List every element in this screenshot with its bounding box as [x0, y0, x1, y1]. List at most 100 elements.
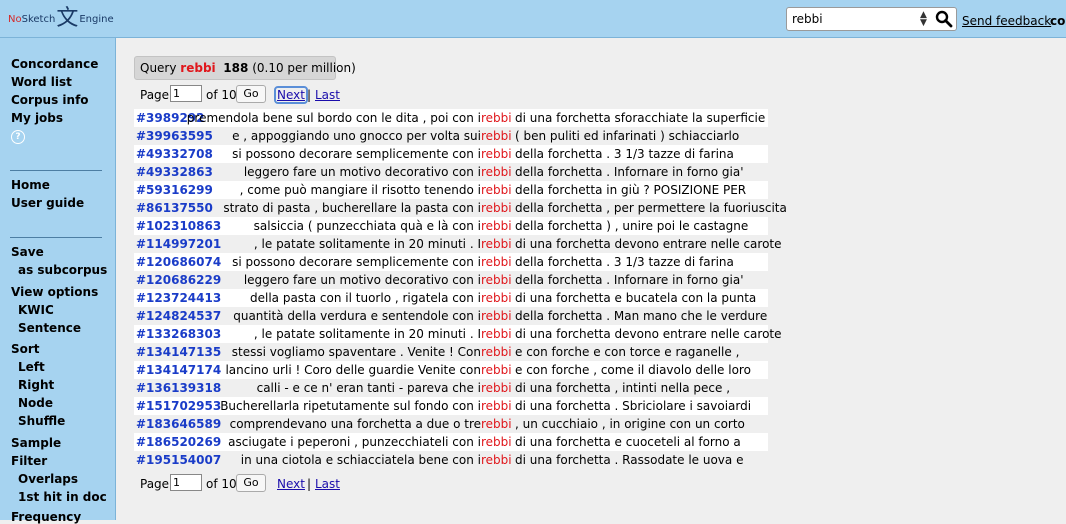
sidebar-item-corpus-info[interactable]: Corpus info [11, 93, 89, 107]
keyword-in-context[interactable]: rebbi [481, 163, 512, 181]
left-context: asciugate i peperoni , punzecchiateli co… [228, 435, 481, 449]
doc-reference-link[interactable]: #151702953 [136, 397, 221, 415]
left-context: salsiccia ( punzecchiata quà e là con i [253, 219, 481, 233]
sidebar-item-first-hit-in-doc[interactable]: 1st hit in doc [18, 490, 107, 504]
logo-engine-text: Engine [79, 13, 114, 25]
sidebar-item-concordance[interactable]: Concordance [11, 57, 98, 71]
send-feedback-link[interactable]: Send feedback [962, 14, 1051, 28]
nosketch-engine-logo[interactable]: No Sketch 文 Engine [8, 7, 114, 31]
keyword-in-context[interactable]: rebbi [481, 271, 512, 289]
sidebar-item-as-subcorpus[interactable]: as subcorpus [18, 263, 107, 277]
stepper-arrows-icon[interactable]: ▲ ▼ [920, 11, 927, 28]
left-context: si possono decorare semplicemente con i [232, 255, 481, 269]
sidebar-item-word-list[interactable]: Word list [11, 75, 72, 89]
doc-reference-link[interactable]: #183646589 [136, 415, 221, 433]
keyword-in-context[interactable]: rebbi [481, 433, 512, 451]
sidebar-item-save[interactable]: Save [11, 245, 44, 259]
doc-reference-link[interactable]: #136139318 [136, 379, 221, 397]
quick-search-input[interactable]: rebbi ▲ ▼ [786, 7, 957, 31]
concordance-row: #133268303 , le patate solitamente in 20 … [134, 325, 782, 343]
keyword-in-context[interactable]: rebbi [481, 307, 512, 325]
doc-reference-link[interactable]: #86137550 [136, 199, 213, 217]
next-page-link[interactable]: Next [277, 477, 305, 491]
keyword-in-context[interactable]: rebbi [481, 145, 512, 163]
pager-separator: | [307, 477, 312, 491]
sidebar-item-view-options[interactable]: View options [11, 285, 98, 299]
doc-reference-link[interactable]: #102310863 [136, 217, 221, 235]
sidebar-item-shuffle[interactable]: Shuffle [18, 414, 65, 428]
right-context: della forchetta ) , unire poi le castagn… [515, 219, 749, 233]
keyword-in-context[interactable]: rebbi [481, 343, 512, 361]
page-number-input[interactable] [170, 474, 202, 491]
doc-reference-link[interactable]: #123724413 [136, 289, 221, 307]
concordance-row: #195154007 in una ciotola e schiacciatela… [134, 451, 768, 469]
logo-no-text: No [8, 13, 22, 25]
sidebar-item-my-jobs[interactable]: My jobs [11, 111, 63, 125]
doc-reference-link[interactable]: #114997201 [136, 235, 221, 253]
concordance-row: #49332708 si possono decorare semplicemen… [134, 145, 768, 163]
concordance-row: #120686229 leggero fare un motivo decorat… [134, 271, 768, 289]
search-icon[interactable] [935, 10, 953, 31]
concordance-table: #3989292 premendola bene sul bordo con le… [134, 109, 787, 469]
sidebar-item-sort[interactable]: Sort [11, 342, 40, 356]
concordance-row: #120686074 si possono decorare sempliceme… [134, 253, 768, 271]
sidebar-item-filter[interactable]: Filter [11, 454, 47, 468]
keyword-in-context[interactable]: rebbi [481, 397, 512, 415]
keyword-in-context[interactable]: rebbi [481, 451, 512, 469]
sidebar-item-sort-right[interactable]: Right [18, 378, 54, 392]
page-number-input[interactable] [170, 85, 202, 102]
sidebar-item-sort-left[interactable]: Left [18, 360, 45, 374]
sidebar-item-home[interactable]: Home [11, 178, 50, 192]
doc-reference-link[interactable]: #120686229 [136, 271, 221, 289]
last-page-link[interactable]: Last [315, 88, 340, 102]
right-context: di una forchetta , intinti nella pece , [515, 381, 731, 395]
doc-reference-link[interactable]: #49332708 [136, 145, 213, 163]
doc-reference-link[interactable]: #49332863 [136, 163, 213, 181]
keyword-in-context[interactable]: rebbi [481, 379, 512, 397]
keyword-in-context[interactable]: rebbi [481, 325, 512, 343]
doc-reference-link[interactable]: #39963595 [136, 127, 213, 145]
doc-reference-link[interactable]: #124824537 [136, 307, 221, 325]
sidebar-item-sample[interactable]: Sample [11, 436, 61, 450]
right-context: di una forchetta . Rassodate le uova e [515, 453, 744, 467]
right-context: di una forchetta . Sbriciolare i savoiar… [515, 399, 752, 413]
sidebar-item-sort-node[interactable]: Node [18, 396, 53, 410]
doc-reference-link[interactable]: #133268303 [136, 325, 221, 343]
next-page-link[interactable]: Next [274, 86, 308, 104]
sidebar-item-overlaps[interactable]: Overlaps [18, 472, 78, 486]
concordance-row: #49332863 leggero fare un motivo decorati… [134, 163, 768, 181]
page-label: Page [140, 88, 170, 102]
go-button[interactable]: Go [236, 474, 266, 492]
doc-reference-link[interactable]: #120686074 [136, 253, 221, 271]
last-page-link[interactable]: Last [315, 477, 340, 491]
right-context: della forchetta , per permettere la fuor… [515, 201, 787, 215]
keyword-in-context[interactable]: rebbi [481, 235, 512, 253]
keyword-in-context[interactable]: rebbi [481, 415, 512, 433]
header-bar: No Sketch 文 Engine rebbi ▲ ▼ Send feedbac… [0, 0, 1066, 38]
keyword-in-context[interactable]: rebbi [481, 217, 512, 235]
doc-reference-link[interactable]: #186520269 [136, 433, 221, 451]
sidebar: Concordance Word list Corpus info My job… [0, 38, 116, 524]
keyword-in-context[interactable]: rebbi [481, 181, 512, 199]
concordance-row: #3989292 premendola bene sul bordo con le… [134, 109, 768, 127]
left-context: della pasta con il tuorlo , rigatela con… [250, 291, 481, 305]
keyword-in-context[interactable]: rebbi [481, 109, 512, 127]
sidebar-item-user-guide[interactable]: User guide [11, 196, 84, 210]
left-context: calli - e ce n' eran tanti - pareva che … [256, 381, 481, 395]
doc-reference-link[interactable]: #195154007 [136, 451, 221, 469]
doc-reference-link[interactable]: #59316299 [136, 181, 213, 199]
left-context: e , appoggiando uno gnocco per volta sui [232, 129, 481, 143]
doc-reference-link[interactable]: #134147174 [136, 361, 221, 379]
sidebar-item-frequency[interactable]: Frequency [11, 510, 81, 524]
go-button[interactable]: Go [236, 85, 266, 103]
keyword-in-context[interactable]: rebbi [481, 361, 512, 379]
keyword-in-context[interactable]: rebbi [481, 199, 512, 217]
sidebar-item-sentence[interactable]: Sentence [18, 321, 81, 335]
sidebar-item-kwic[interactable]: KWIC [18, 303, 54, 317]
keyword-in-context[interactable]: rebbi [481, 127, 512, 145]
doc-reference-link[interactable]: #134147135 [136, 343, 221, 361]
concordance-row: #186520269 asciugate i peperoni , punzecc… [134, 433, 768, 451]
keyword-in-context[interactable]: rebbi [481, 289, 512, 307]
keyword-in-context[interactable]: rebbi [481, 253, 512, 271]
help-icon[interactable]: ? [11, 130, 25, 144]
